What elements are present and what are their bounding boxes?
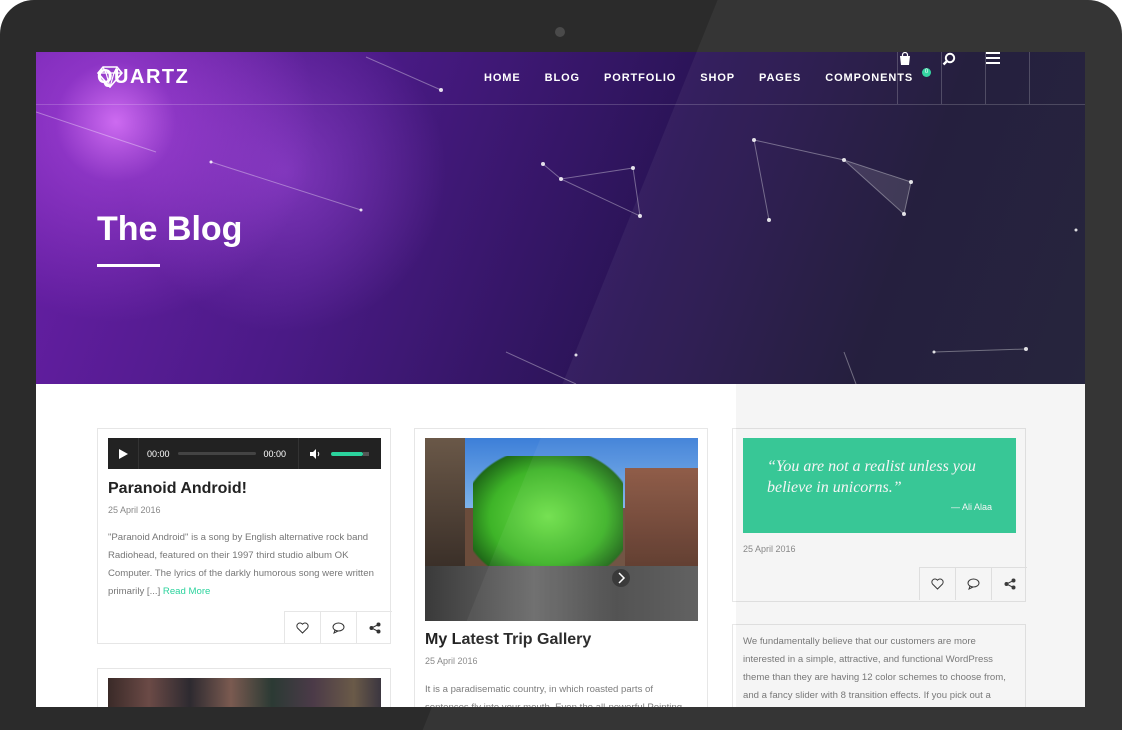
nav-pages[interactable]: PAGES: [759, 72, 801, 84]
volume-slider[interactable]: [331, 451, 370, 456]
quote-box: “You are not a realist unless you believ…: [743, 438, 1016, 533]
blog-grid: 00:00 00:00 Paranoid Android! 25 April 2…: [36, 384, 1085, 707]
post-excerpt: "Paranoid Android" is a song by English …: [108, 529, 380, 601]
mute-button[interactable]: [298, 438, 331, 469]
nav-blog[interactable]: BLOG: [545, 72, 580, 84]
gallery-slider[interactable]: [425, 438, 698, 621]
building-left: [425, 438, 465, 568]
excerpt-text: "Paranoid Android" is a song by English …: [108, 532, 374, 597]
hamburger-icon: [986, 52, 1000, 64]
nav-home[interactable]: HOME: [484, 72, 521, 84]
post-thumbnail[interactable]: [108, 678, 381, 707]
top-navigation: QUARTZ HOME BLOG PORTFOLIO SHOP PAGES CO…: [36, 52, 1085, 105]
like-button[interactable]: [284, 612, 320, 644]
menu-button[interactable]: [985, 52, 1030, 104]
title-underline: [97, 264, 160, 267]
play-button[interactable]: [108, 438, 139, 469]
device-frame: QUARTZ HOME BLOG PORTFOLIO SHOP PAGES CO…: [0, 0, 1122, 730]
site-logo[interactable]: QUARTZ: [97, 66, 189, 89]
nav-icon-group: 0: [897, 52, 1030, 104]
post-excerpt: It is a paradisematic country, in which …: [425, 684, 682, 707]
search-button[interactable]: [941, 52, 985, 104]
post-title[interactable]: Paranoid Android!: [108, 480, 247, 498]
play-icon: [118, 448, 128, 459]
comment-icon: [332, 622, 345, 634]
page-title: The Blog: [97, 210, 243, 248]
current-time: 00:00: [147, 448, 170, 459]
camera-dot: [555, 27, 565, 37]
heart-icon: [931, 578, 944, 590]
read-more-link[interactable]: Read More: [163, 586, 210, 597]
audio-player: 00:00 00:00: [108, 438, 381, 469]
shopping-bag-icon: [900, 52, 910, 65]
post-date: 25 April 2016: [743, 544, 796, 554]
screen: QUARTZ HOME BLOG PORTFOLIO SHOP PAGES CO…: [36, 52, 1085, 707]
building-right: [625, 468, 698, 568]
gallery-bottom-strip: [425, 566, 698, 621]
heart-icon: [296, 622, 309, 634]
quote-text: “You are not a realist unless you believ…: [767, 458, 976, 496]
post-card-audio: 00:00 00:00 Paranoid Android! 25 April 2…: [97, 428, 392, 644]
nav-shop[interactable]: SHOP: [700, 72, 735, 84]
cart-count-badge: 0: [922, 68, 931, 77]
cart-button[interactable]: 0: [897, 52, 941, 104]
like-button[interactable]: [919, 568, 955, 600]
graffiti-art: [473, 456, 623, 566]
search-icon: [942, 52, 956, 66]
post-excerpt: We fundamentally believe that our custom…: [743, 636, 1006, 701]
share-button[interactable]: [991, 568, 1027, 600]
post-actions: [919, 567, 1027, 600]
nav-portfolio[interactable]: PORTFOLIO: [604, 72, 676, 84]
progress-slider[interactable]: [177, 452, 256, 455]
post-title[interactable]: My Latest Trip Gallery: [425, 631, 591, 649]
comment-icon: [967, 578, 980, 590]
main-menu: HOME BLOG PORTFOLIO SHOP PAGES COMPONENT…: [484, 72, 937, 84]
post-card-text: We fundamentally believe that our custom…: [732, 624, 1026, 707]
post-card-gallery: My Latest Trip Gallery 25 April 2016 It …: [414, 428, 708, 707]
post-card-quote: “You are not a realist unless you believ…: [732, 428, 1027, 602]
duration-time: 00:00: [263, 448, 287, 459]
share-button[interactable]: [356, 612, 392, 644]
post-actions: [284, 611, 392, 644]
slider-next-icon[interactable]: [611, 568, 631, 588]
hero-banner: QUARTZ HOME BLOG PORTFOLIO SHOP PAGES CO…: [36, 52, 1085, 384]
comment-button[interactable]: [320, 612, 356, 644]
volume-icon: [309, 448, 319, 459]
comment-button[interactable]: [955, 568, 991, 600]
post-card-image: [97, 668, 391, 707]
post-date: 25 April 2016: [425, 656, 478, 666]
post-date: 25 April 2016: [108, 505, 161, 515]
share-icon: [1004, 578, 1015, 590]
diamond-icon: [97, 66, 123, 88]
share-icon: [369, 622, 380, 634]
quote-author: — Ali Alaa: [950, 502, 992, 512]
